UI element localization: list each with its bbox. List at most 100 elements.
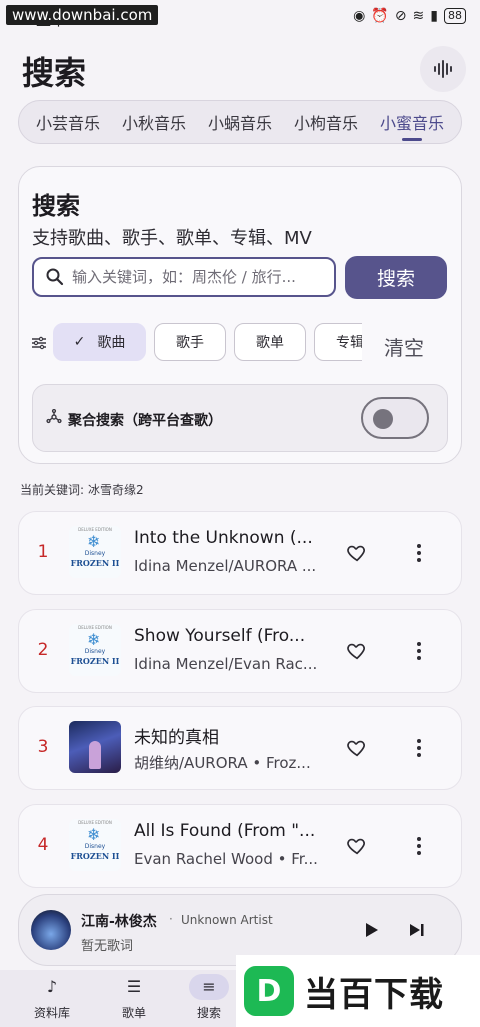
list-item[interactable]: 3 未知的真相 胡维纳/AURORA • Froz... [18, 706, 462, 790]
list-item[interactable]: 2 DELUXE EDITION ❄ Disney FROZEN II Show… [18, 609, 462, 693]
clear-button[interactable]: 清空 [384, 332, 424, 361]
cover-figure [89, 741, 101, 769]
battery-icon: 88 [444, 8, 466, 24]
chip-label: 专辑 [336, 335, 362, 351]
player-lyric: 暂无歌词 [81, 939, 134, 954]
waveform-icon [434, 60, 452, 78]
category-chips: ✓ 歌曲 歌手 歌单 专辑 [53, 323, 362, 363]
eye-icon: ◉ [353, 8, 366, 24]
song-artist: Idina Menzel/Evan Rac... [134, 655, 318, 673]
more-options-icon[interactable] [415, 542, 423, 564]
toggle-knob [373, 409, 393, 429]
search-list-icon: ≡ [189, 974, 229, 1000]
tab-xiaogou[interactable]: 小枸音乐 [292, 110, 360, 134]
play-icon[interactable] [362, 921, 380, 939]
hub-icon [46, 409, 62, 424]
status-bar: 上午10:28 www.downbai.com ◉ ⏰ ⊘ ≋ ▮ 88 [0, 0, 480, 34]
filter-icon[interactable] [32, 336, 46, 350]
search-field[interactable] [32, 257, 336, 297]
list-item[interactable]: 1 DELUXE EDITION ❄ Disney FROZEN II Into… [18, 511, 462, 595]
nav-search[interactable]: ≡ 搜索 [177, 974, 241, 1021]
album-cover: DELUXE EDITION ❄ Disney FROZEN II [69, 819, 121, 871]
check-icon: ✓ [73, 334, 86, 350]
source-tabs: 小芸音乐 小秋音乐 小蜗音乐 小枸音乐 小蜜音乐 [18, 100, 462, 144]
status-icons: ◉ ⏰ ⊘ ≋ ▮ 88 [353, 8, 466, 24]
brand-text: 当百下载 [304, 974, 444, 1015]
tab-xiaowo[interactable]: 小蜗音乐 [206, 110, 274, 134]
rank-number: 4 [37, 835, 49, 855]
chip-albums[interactable]: 专辑 [314, 323, 362, 361]
song-title: Show Yourself (Fro... [134, 626, 306, 646]
chip-songs[interactable]: ✓ 歌曲 [53, 323, 146, 361]
snowflake-icon: ❄ [87, 630, 101, 649]
page-title: 搜索 [22, 54, 87, 92]
current-keyword: 当前关键词: 冰雪奇缘2 [20, 481, 144, 498]
more-options-icon[interactable] [415, 640, 423, 662]
aggregate-search-label: 聚合搜索（跨平台查歌） [68, 413, 222, 429]
player-cover [31, 910, 71, 950]
voice-search-button[interactable] [420, 46, 466, 92]
tab-xiaoqiu[interactable]: 小秋音乐 [120, 110, 188, 134]
skip-next-icon[interactable] [408, 921, 426, 939]
keyword-label: 当前关键词: [20, 483, 85, 497]
aggregate-search-toggle[interactable] [361, 397, 429, 439]
tab-xiaoyun[interactable]: 小芸音乐 [34, 110, 102, 134]
cover-brand: Disney [84, 843, 106, 850]
player-separator: · [169, 912, 173, 926]
chip-label: 歌单 [256, 335, 284, 351]
favorite-icon[interactable] [346, 542, 368, 564]
search-input[interactable] [70, 267, 314, 287]
song-title: All Is Found (From "... [134, 821, 316, 841]
favorite-icon[interactable] [346, 640, 368, 662]
wifi-icon: ≋ [412, 8, 425, 24]
cover-brand: Disney [84, 550, 106, 557]
music-note-icon: ♪ [46, 977, 58, 996]
player-artist: Unknown Artist [181, 913, 273, 927]
alarm-icon: ⏰ [371, 8, 389, 24]
rank-number: 3 [37, 737, 49, 757]
album-cover: DELUXE EDITION ❄ Disney FROZEN II [69, 624, 121, 676]
rank-number: 2 [37, 640, 49, 660]
song-title: 未知的真相 [134, 728, 219, 748]
snowflake-icon: ❄ [87, 825, 101, 844]
rank-number: 1 [37, 542, 49, 562]
cover-title: FROZEN II [70, 656, 120, 666]
album-cover: DELUXE EDITION ❄ Disney FROZEN II [69, 526, 121, 578]
nav-label: 资料库 [33, 1006, 70, 1020]
more-options-icon[interactable] [415, 737, 423, 759]
nav-playlists[interactable]: ☰ 歌单 [102, 974, 166, 1021]
watermark: www.downbai.com [6, 5, 159, 25]
song-artist: Evan Rachel Wood • Fr... [134, 850, 318, 868]
chip-label: 歌手 [176, 335, 204, 351]
nav-library[interactable]: ♪ 资料库 [20, 974, 84, 1021]
sim-icon: ▮ [430, 8, 438, 24]
playlist-icon: ☰ [126, 977, 142, 996]
nav-label: 搜索 [196, 1006, 221, 1020]
album-cover [69, 721, 121, 773]
brand-watermark: D 当百下载 [236, 955, 480, 1027]
nav-label: 歌单 [121, 1006, 146, 1020]
cover-title: FROZEN II [70, 558, 120, 568]
search-card-title: 搜索 [32, 192, 80, 220]
tab-ximi[interactable]: 小蜜音乐 [378, 110, 446, 141]
list-item[interactable]: 4 DELUXE EDITION ❄ Disney FROZEN II All … [18, 804, 462, 888]
song-artist: 胡维纳/AURORA • Froz... [134, 754, 311, 772]
chip-playlists[interactable]: 歌单 [234, 323, 306, 361]
search-icon [46, 268, 64, 286]
player-song-title: 江南-林俊杰 [81, 914, 157, 930]
chip-artists[interactable]: 歌手 [154, 323, 226, 361]
cover-title: FROZEN II [70, 851, 120, 861]
brand-logo: D [244, 966, 294, 1016]
cover-brand: Disney [84, 648, 106, 655]
favorite-icon[interactable] [346, 835, 368, 857]
more-options-icon[interactable] [415, 835, 423, 857]
keyword-value: 冰雪奇缘2 [88, 483, 144, 497]
snowflake-icon: ❄ [87, 532, 101, 551]
chip-label: 歌曲 [97, 335, 126, 351]
favorite-icon[interactable] [346, 737, 368, 759]
search-button[interactable]: 搜索 [345, 256, 447, 299]
mute-icon: ⊘ [394, 8, 407, 24]
song-artist: Idina Menzel/AURORA ... [134, 557, 317, 575]
search-card-subtitle: 支持歌曲、歌手、歌单、专辑、MV [32, 228, 312, 249]
song-title: Into the Unknown (... [134, 528, 313, 548]
